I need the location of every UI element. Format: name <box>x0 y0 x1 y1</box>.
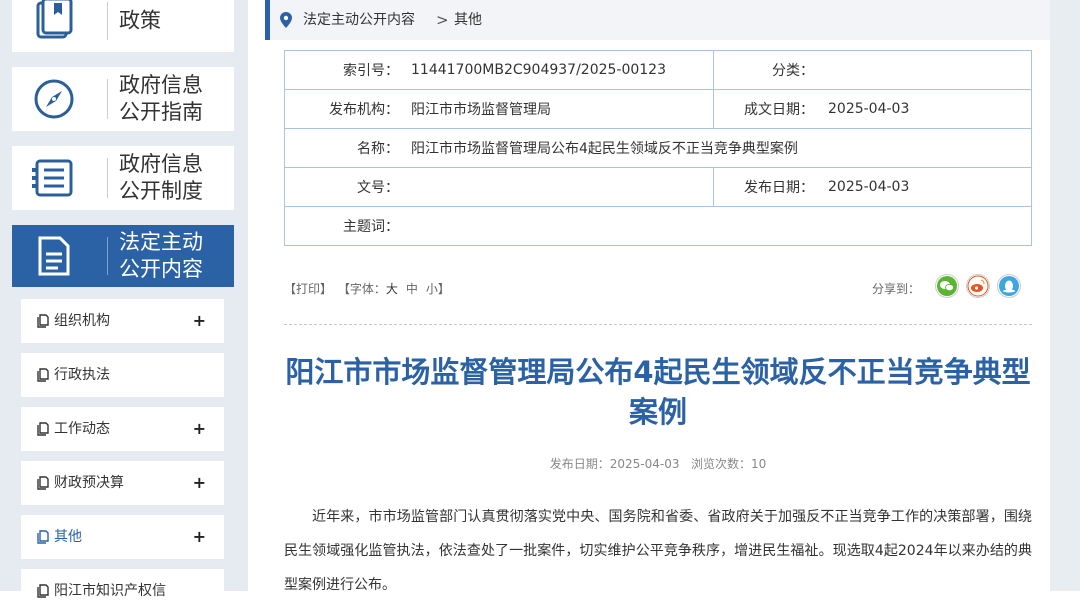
page-icon <box>37 584 49 598</box>
publisher-value: 阳江市市场监督管理局 <box>405 89 714 129</box>
index-label: 索引号： <box>284 50 405 90</box>
breadcrumb: 法定主动公开内容 > 其他 <box>265 0 1050 40</box>
table-row: 主题词： <box>284 206 1032 246</box>
page-icon <box>37 314 49 328</box>
article-title: 阳江市市场监督管理局公布4起民生领域反不正当竞争典型案例 <box>285 355 1031 429</box>
print-button[interactable]: 【打印】 <box>284 282 332 296</box>
sidebar-item-law-enforcement[interactable]: 行政执法 <box>21 353 224 397</box>
tile-divider <box>107 79 108 119</box>
created-date-value: 2025-04-03 <box>820 89 1032 129</box>
tile-label: 法定主动 公开内容 <box>119 230 203 281</box>
list-document-icon <box>32 159 73 197</box>
weibo-share-button[interactable] <box>966 274 990 298</box>
metadata-table: 索引号： 11441700MB2C904937/2025-00123 分类： 发… <box>284 50 1032 246</box>
breadcrumb-link-other[interactable]: 其他 <box>454 0 482 40</box>
doc-number-label: 文号： <box>284 167 405 207</box>
document-icon <box>38 236 70 276</box>
article-body: 近年来，市市场监管部门认真贯彻落实党中央、国务院和省委、省政府关于加强反不正当竞… <box>284 509 1032 593</box>
sidebar-item-label: 阳江市知识产权信 <box>54 583 166 599</box>
sidebar-item-budget[interactable]: 财政预决算 + <box>21 461 224 505</box>
tile-policy[interactable]: 政策 <box>12 0 234 52</box>
right-margin <box>1050 0 1080 591</box>
page-icon <box>37 368 49 382</box>
dashed-divider <box>284 324 1032 325</box>
breadcrumb-link-statutory[interactable]: 法定主动公开内容 <box>303 0 415 40</box>
compass-icon <box>34 79 74 119</box>
page-icon <box>37 530 49 544</box>
chevron-right-icon: > <box>436 11 449 29</box>
article-meta: 发布日期：2025-04-03 浏览次数：10 <box>549 457 767 471</box>
expand-icon[interactable]: + <box>193 515 206 559</box>
tile-divider <box>107 2 108 40</box>
qq-icon <box>999 276 1019 296</box>
table-row: 索引号： 11441700MB2C904937/2025-00123 分类： <box>284 50 1032 90</box>
expand-icon[interactable]: + <box>193 299 206 343</box>
location-pin-icon <box>280 12 292 28</box>
tile-divider <box>107 237 108 275</box>
name-value: 阳江市市场监督管理局公布4起民生领域反不正当竞争典型案例 <box>405 128 1032 168</box>
category-value <box>820 50 1032 90</box>
weibo-icon <box>967 275 989 297</box>
wechat-icon <box>937 276 957 296</box>
tile-label: 政府信息 公开指南 <box>119 73 203 124</box>
publisher-label: 发布机构： <box>284 89 405 129</box>
sidebar-item-other[interactable]: 其他 + <box>21 515 224 559</box>
sidebar-item-label: 财政预决算 <box>54 475 124 491</box>
doc-number-value <box>405 167 714 207</box>
page-icon <box>37 422 49 436</box>
tile-disclosure-guide[interactable]: 政府信息 公开指南 <box>12 67 234 131</box>
subject-label: 主题词： <box>284 206 405 246</box>
main-content: 法定主动公开内容 > 其他 索引号： 11441700MB2C904937/20… <box>262 0 1050 593</box>
document-stack-icon <box>36 0 73 39</box>
font-size-label: 【字体： <box>337 282 386 296</box>
publish-date-value: 2025-04-03 <box>820 167 1032 207</box>
table-row: 发布机构： 阳江市市场监督管理局 成文日期： 2025-04-03 <box>284 89 1032 129</box>
tile-disclosure-system[interactable]: 政府信息 公开制度 <box>12 146 234 210</box>
tile-divider <box>107 158 108 198</box>
subject-value <box>405 206 1032 246</box>
font-small-button[interactable]: 小】 <box>426 282 450 296</box>
qq-share-button[interactable] <box>997 274 1021 298</box>
category-label: 分类： <box>713 50 820 90</box>
font-medium-button[interactable]: 中 <box>406 282 418 296</box>
name-label: 名称： <box>284 128 405 168</box>
tile-label: 政策 <box>119 8 161 33</box>
sidebar-item-label: 组织机构 <box>54 313 110 329</box>
sidebar-item-work-news[interactable]: 工作动态 + <box>21 407 224 451</box>
font-large-button[interactable]: 大 <box>386 282 398 296</box>
table-row: 名称： 阳江市市场监督管理局公布4起民生领域反不正当竞争典型案例 <box>284 128 1032 168</box>
index-value: 11441700MB2C904937/2025-00123 <box>405 50 714 90</box>
sidebar-item-ip-info[interactable]: 阳江市知识产权信 <box>21 569 224 613</box>
tile-statutory-content[interactable]: 法定主动 公开内容 <box>12 225 234 287</box>
left-sidebar: 政策 政府信息 公开指南 政府信息 公开制度 法定主动 公开内容 组织机构 + … <box>0 0 248 613</box>
publish-date-label: 发布日期： <box>713 167 820 207</box>
sidebar-item-label: 行政执法 <box>54 367 110 383</box>
table-row: 文号： 发布日期： 2025-04-03 <box>284 167 1032 207</box>
sidebar-item-label: 其他 <box>54 529 82 545</box>
article-toolbar: 【打印】 【字体：大中小】 分享到： <box>284 272 1032 302</box>
created-date-label: 成文日期： <box>713 89 820 129</box>
expand-icon[interactable]: + <box>193 461 206 505</box>
sidebar-item-organization[interactable]: 组织机构 + <box>21 299 224 343</box>
page-icon <box>37 476 49 490</box>
sidebar-item-label: 工作动态 <box>54 421 110 437</box>
share-label: 分享到： <box>872 282 921 296</box>
tile-label: 政府信息 公开制度 <box>119 152 203 203</box>
expand-icon[interactable]: + <box>193 407 206 451</box>
wechat-share-button[interactable] <box>935 274 959 298</box>
